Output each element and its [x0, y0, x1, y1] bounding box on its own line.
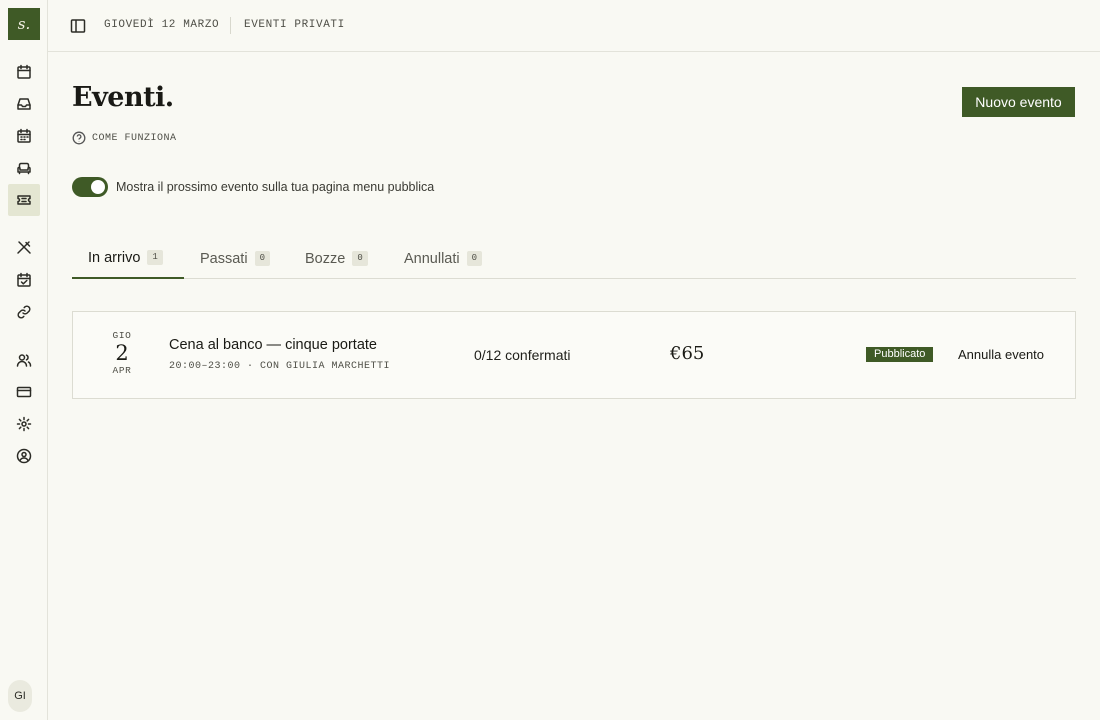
nav-links[interactable]: [8, 296, 40, 328]
page-title: Eventi.: [72, 82, 174, 113]
breadcrumb-section: EVENTI PRIVATI: [244, 19, 345, 31]
tab-drafts[interactable]: Bozze 0: [289, 238, 384, 279]
sidebar-toggle-icon: [70, 19, 86, 33]
question-circle-icon: [72, 131, 86, 145]
tab-count-badge: 0: [352, 251, 368, 266]
cancel-event-button[interactable]: Annulla evento: [958, 347, 1044, 362]
tab-past[interactable]: Passati 0: [184, 238, 286, 279]
tab-upcoming[interactable]: In arrivo 1: [72, 238, 184, 279]
event-meta: 20:00–23:00 · CON GIULIA MARCHETTI: [169, 361, 391, 372]
nav-account[interactable]: [8, 440, 40, 472]
link-icon: [17, 305, 31, 319]
breadcrumb-date: GIOVEDÌ 12 MARZO: [104, 19, 220, 31]
tab-count-badge: 0: [254, 251, 270, 266]
nav-menu[interactable]: [8, 232, 40, 264]
tab-count-badge: 1: [147, 250, 163, 265]
nav-calendar[interactable]: [8, 56, 40, 88]
event-confirmed-count: 0/12 confermati: [474, 347, 571, 363]
event-row[interactable]: GIO 2 APR Cena al banco — cinque portate…: [72, 311, 1076, 399]
toggle-label: Mostra il prossimo evento sulla tua pagi…: [116, 180, 435, 194]
tab-cancelled[interactable]: Annullati 0: [388, 238, 498, 279]
event-title[interactable]: Cena al banco — cinque portate: [169, 337, 377, 353]
calendar-check-icon: [17, 272, 31, 287]
breadcrumb-divider: [230, 17, 231, 34]
users-icon: [16, 354, 32, 367]
utensils-icon: [17, 241, 31, 254]
event-month: APR: [112, 365, 132, 376]
new-event-button[interactable]: Nuovo evento: [962, 87, 1075, 117]
sidebar: s. GI: [0, 0, 48, 720]
gear-icon: [16, 416, 32, 432]
nav-billing[interactable]: [8, 376, 40, 408]
sofa-icon: [17, 162, 31, 175]
help-link[interactable]: COME FUNZIONA: [72, 131, 177, 145]
inbox-icon: [17, 98, 31, 110]
tab-label: Annullati: [404, 250, 460, 267]
help-label: COME FUNZIONA: [92, 132, 177, 144]
user-circle-icon: [16, 448, 32, 464]
event-date: GIO 2 APR: [109, 330, 135, 376]
tab-count-badge: 0: [466, 251, 483, 266]
event-price: €65: [670, 343, 705, 364]
event-weekday: GIO: [112, 330, 132, 341]
calendar-grid-icon: [17, 128, 31, 143]
tab-label: In arrivo: [88, 249, 141, 266]
avatar[interactable]: GI: [8, 680, 32, 712]
tab-label: Bozze: [305, 250, 346, 267]
nav-calendar-grid[interactable]: [8, 120, 40, 152]
app-logo[interactable]: s.: [8, 8, 40, 40]
event-day: 2: [115, 341, 129, 365]
tab-label: Passati: [200, 250, 248, 267]
nav-events[interactable]: [8, 184, 40, 216]
event-tabs: In arrivo 1 Passati 0 Bozze 0 Annullati …: [72, 238, 1076, 279]
nav-team[interactable]: [8, 344, 40, 376]
ticket-icon: [17, 195, 31, 205]
show-next-event-toggle[interactable]: [72, 177, 108, 197]
nav-bookings[interactable]: [8, 264, 40, 296]
toggle-knob: [91, 180, 105, 194]
panel-toggle-button[interactable]: [70, 18, 86, 34]
status-badge: Pubblicato: [866, 347, 934, 362]
calendar-icon: [17, 64, 31, 79]
topbar: GIOVEDÌ 12 MARZO EVENTI PRIVATI: [48, 0, 1100, 52]
nav-settings[interactable]: [8, 408, 40, 440]
nav-inbox[interactable]: [8, 88, 40, 120]
nav-seating[interactable]: [8, 152, 40, 184]
credit-card-icon: [16, 386, 32, 398]
